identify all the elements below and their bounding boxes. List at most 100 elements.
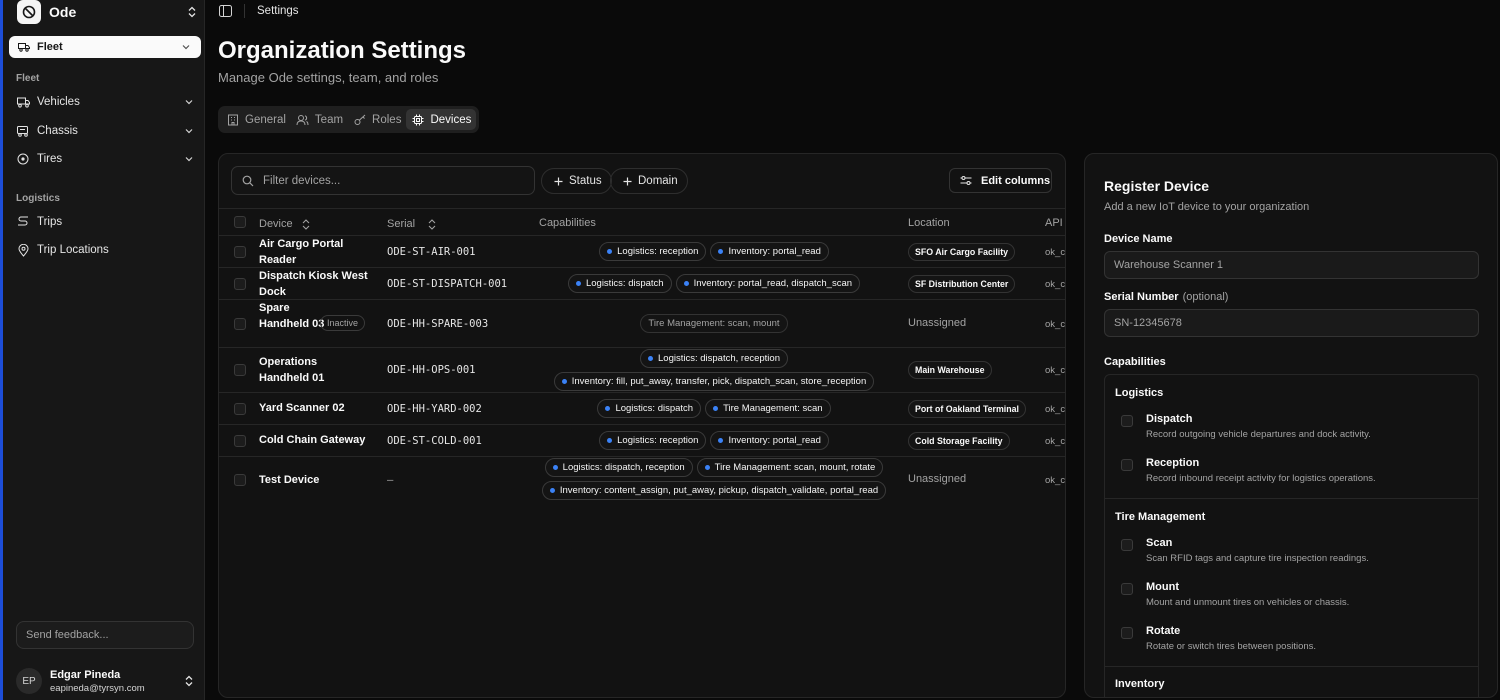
row-checkbox[interactable]: [234, 403, 246, 415]
device-status-cell: Inactive: [315, 315, 366, 331]
ode-logo-icon: [17, 0, 41, 24]
serial-number-label: Serial Number: [1104, 291, 1179, 303]
device-location: Unassigned: [908, 317, 967, 329]
status-dot: [718, 249, 724, 254]
device-location: Port of Oakland Terminal: [908, 400, 1026, 418]
table-row[interactable]: Spare Handheld 03 Inactive ODE-HH-SPARE-…: [219, 300, 1065, 348]
device-api-key: ok_c: [1045, 436, 1066, 447]
feedback-input[interactable]: Send feedback...: [16, 621, 194, 649]
tab-label: Devices: [430, 113, 472, 126]
domain-filter-button[interactable]: Domain: [610, 168, 688, 194]
sidebar-item-label: Trip Locations: [37, 244, 109, 256]
capability-line: Inventory: content_assign, put_away, pic…: [541, 481, 887, 500]
status-dot: [549, 488, 555, 493]
tab-general[interactable]: General: [221, 109, 291, 130]
building-icon: [226, 113, 240, 127]
table-row[interactable]: Air Cargo Portal Reader ODE-ST-AIR-001 L…: [219, 236, 1066, 268]
capability-description: Record inbound receipt activity for logi…: [1146, 473, 1376, 484]
capability-pill: Logistics: dispatch, reception: [544, 458, 693, 477]
chevron-down-icon: [182, 95, 196, 109]
status-badge: Inactive: [320, 315, 366, 331]
device-filter-input[interactable]: Filter devices...: [231, 166, 535, 195]
sidebar-toggle-icon[interactable]: [218, 4, 232, 18]
row-checkbox[interactable]: [234, 364, 246, 376]
table-row[interactable]: Dispatch Kiosk West Dock ODE-ST-DISPATCH…: [219, 268, 1066, 300]
org-switcher[interactable]: Ode: [17, 0, 199, 24]
column-api: API: [1045, 217, 1063, 229]
tab-roles[interactable]: Roles: [348, 109, 406, 130]
device-api-key: ok_c: [1045, 404, 1066, 415]
capability-group-tire-management: Tire Management: [1115, 511, 1206, 523]
nav-group-logistics: Logistics: [16, 193, 60, 204]
capability-label: Logistics: dispatch, reception: [562, 462, 685, 473]
select-all-checkbox[interactable]: [234, 216, 246, 228]
fleet-select[interactable]: Fleet: [9, 36, 201, 58]
status-dot: [605, 406, 611, 411]
capability-name: Scan: [1146, 537, 1173, 549]
device-capabilities: Logistics: dispatch Inventory: portal_re…: [519, 274, 909, 293]
row-checkbox[interactable]: [234, 474, 246, 486]
table-row[interactable]: Yard Scanner 02 ODE-HH-YARD-002 Logistic…: [219, 393, 1066, 425]
row-checkbox[interactable]: [234, 435, 246, 447]
capability-checkbox[interactable]: [1121, 583, 1133, 595]
capability-label: Logistics: reception: [617, 435, 699, 446]
capability-label: Tire Management: scan: [723, 403, 823, 414]
status-dot: [561, 379, 567, 384]
device-capabilities: Logistics: reception Inventory: portal_r…: [519, 431, 909, 450]
car-icon: [16, 95, 30, 109]
register-title: Register Device: [1104, 178, 1210, 194]
table-row[interactable]: Operations Handheld 01 ODE-HH-OPS-001 Lo…: [219, 348, 1065, 393]
column-serial[interactable]: Serial: [387, 217, 439, 231]
capability-label: Logistics: dispatch: [585, 278, 664, 289]
capability-name: Dispatch: [1146, 413, 1193, 425]
capability-checkbox[interactable]: [1121, 415, 1133, 427]
capability-label: Inventory: portal_read: [728, 435, 821, 446]
device-api-key: ok_c: [1045, 247, 1066, 258]
location-pill: Cold Storage Facility: [908, 432, 1010, 450]
user-menu[interactable]: EP Edgar Pineda eapineda@tyrsyn.com: [16, 664, 196, 698]
column-device[interactable]: Device: [259, 217, 313, 231]
device-capabilities: Tire Management: scan, mount: [519, 314, 909, 333]
column-label: Device: [259, 218, 293, 230]
capability-line: Logistics: reception Inventory: portal_r…: [599, 242, 829, 261]
sidebar-item-chassis[interactable]: Chassis: [16, 120, 196, 142]
row-checkbox[interactable]: [234, 318, 246, 330]
tab-team[interactable]: Team: [291, 109, 348, 130]
capability-pill: Logistics: reception: [599, 431, 707, 450]
row-checkbox[interactable]: [234, 278, 246, 290]
capability-line: Logistics: dispatch Inventory: portal_re…: [567, 274, 861, 293]
location-pill: Main Warehouse: [908, 361, 992, 379]
row-checkbox[interactable]: [234, 246, 246, 258]
sidebar-item-tires[interactable]: Tires: [16, 148, 196, 170]
device-name-field[interactable]: Warehouse Scanner 1: [1104, 251, 1479, 279]
capability-checkbox[interactable]: [1121, 459, 1133, 471]
table-row[interactable]: Test Device — Logistics: dispatch, recep…: [219, 457, 1065, 503]
register-device-panel: Register Device Add a new IoT device to …: [1084, 153, 1498, 698]
devices-card: Filter devices... Status Domain Edit col…: [218, 153, 1066, 698]
nav-group-fleet: Fleet: [16, 73, 40, 84]
edit-columns-button[interactable]: Edit columns: [949, 168, 1052, 193]
location-pill: Port of Oakland Terminal: [908, 400, 1026, 418]
table-row[interactable]: Cold Chain Gateway ODE-ST-COLD-001 Logis…: [219, 425, 1066, 457]
device-name: Dispatch Kiosk West Dock: [259, 270, 368, 298]
status-filter-button[interactable]: Status: [541, 168, 612, 194]
chevrons-up-down-icon: [182, 674, 196, 688]
status-dot: [718, 438, 724, 443]
tab-devices[interactable]: Devices: [406, 109, 477, 130]
capability-checkbox[interactable]: [1121, 539, 1133, 551]
device-serial: ODE-HH-OPS-001: [387, 364, 476, 376]
location-pill: SF Distribution Center: [908, 275, 1016, 293]
capability-checkbox[interactable]: [1121, 627, 1133, 639]
sidebar-item-vehicles[interactable]: Vehicles: [16, 91, 196, 113]
device-location: SFO Air Cargo Facility: [908, 243, 1016, 261]
device-api-key: ok_c: [1045, 279, 1066, 290]
sidebar-item-trip-locations[interactable]: Trip Locations: [16, 239, 196, 261]
breadcrumb[interactable]: Settings: [257, 5, 299, 17]
sidebar-item-label: Chassis: [37, 125, 78, 137]
filter-label: Status: [569, 175, 602, 187]
sidebar-item-trips[interactable]: Trips: [16, 211, 196, 233]
serial-number-field[interactable]: SN-12345678: [1104, 309, 1479, 337]
route-icon: [16, 215, 30, 229]
map-pin-icon: [16, 243, 30, 257]
device-name: Air Cargo Portal Reader: [259, 238, 344, 266]
